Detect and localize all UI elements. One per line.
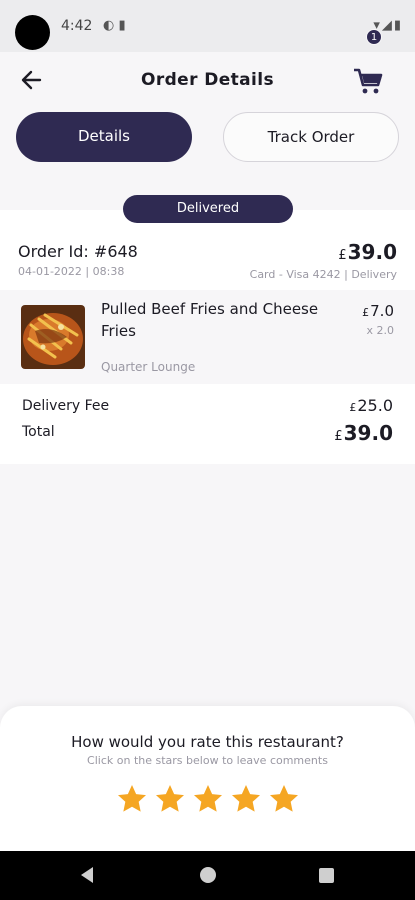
total-amount: 39.0: [343, 421, 393, 445]
tab-track-order[interactable]: Track Order: [223, 112, 399, 162]
cart-icon[interactable]: [352, 66, 386, 98]
order-date: 04-01-2022 | 08:38: [18, 265, 125, 278]
star-icon[interactable]: [230, 783, 262, 815]
star-icon[interactable]: [154, 783, 186, 815]
total-value: £39.0: [334, 421, 393, 445]
delivery-fee-amount: 25.0: [357, 396, 393, 415]
payment-method: Card - Visa 4242 | Delivery: [249, 268, 397, 281]
nav-back-icon[interactable]: [79, 866, 95, 884]
nav-recents-icon[interactable]: [319, 868, 334, 883]
star-icon[interactable]: [268, 783, 300, 815]
star-icon[interactable]: [192, 783, 224, 815]
delivery-fee: £25.0: [349, 396, 393, 415]
order-total: £39.0: [338, 240, 397, 264]
status-icons-left: ◐ ▮: [103, 18, 126, 33]
currency-symbol: £: [349, 401, 357, 414]
delivery-fee-label: Delivery Fee: [22, 398, 110, 414]
nav-home-icon[interactable]: [200, 867, 216, 883]
status-time: 4:42: [61, 18, 93, 34]
rating-card: [0, 706, 415, 851]
item-quantity: x 2.0: [366, 324, 395, 337]
star-rating: [116, 783, 300, 817]
status-bar: 4:42 ◐ ▮ ▾◢▮: [0, 0, 415, 52]
order-status-badge: Delivered: [123, 195, 293, 223]
rating-question: How would you rate this restaurant?: [71, 733, 344, 751]
currency-symbol: £: [338, 248, 347, 263]
currency-symbol: £: [334, 429, 343, 444]
food-image: [21, 305, 85, 369]
currency-symbol: £: [362, 306, 370, 319]
order-total-amount: 39.0: [347, 240, 397, 264]
rating-hint: Click on the stars below to leave commen…: [87, 754, 328, 767]
item-restaurant: Quarter Lounge: [101, 360, 196, 374]
order-id: Order Id: #648: [18, 242, 138, 261]
item-price: £7.0: [362, 302, 394, 320]
total-label: Total: [22, 424, 55, 440]
camera-cutout: [15, 15, 50, 50]
star-icon[interactable]: [116, 783, 148, 815]
item-name: Pulled Beef Fries and Cheese Fries: [101, 300, 319, 340]
item-price-amount: 7.0: [370, 302, 394, 320]
cart-count-badge: 1: [366, 29, 382, 45]
app-bar: Order Details: [0, 52, 415, 112]
tab-details[interactable]: Details: [16, 112, 192, 162]
